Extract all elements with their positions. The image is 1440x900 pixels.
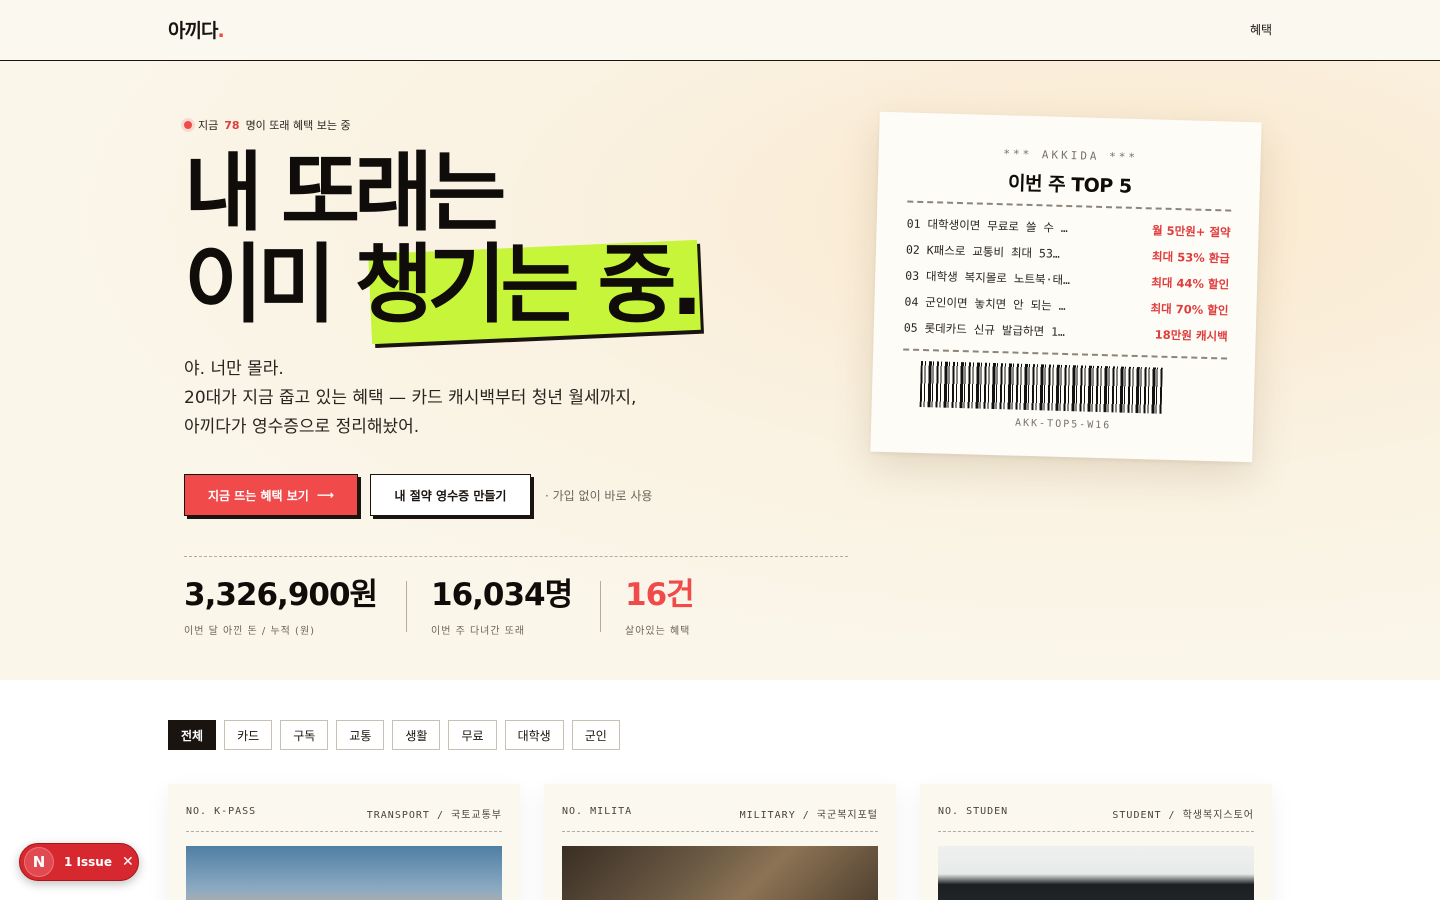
hero-section: 지금 78 명이 또래 혜택 보는 중 내 또래는 이미 챙기는 중. 야. 너… — [0, 61, 1440, 680]
logo-dot: . — [217, 20, 224, 42]
category-filters: 전체 카드 구독 교통 생활 무료 대학생 군인 — [168, 720, 620, 750]
card-header: NO. STUDEN STUDENT / 학생복지스토어 — [938, 806, 1254, 832]
filter-chip-transport[interactable]: 교통 — [336, 720, 385, 750]
benefit-card-student[interactable]: NO. STUDEN STUDENT / 학생복지스토어 — [920, 784, 1272, 900]
benefit-card-military[interactable]: NO. MILITA MILITARY / 국군복지포털 — [544, 784, 896, 900]
filter-chip-all[interactable]: 전체 — [168, 720, 217, 750]
desc-line-2: 20대가 지금 줍고 있는 혜택 — 카드 캐시백부터 청년 월세까지, — [184, 388, 637, 408]
benefits-section: 전체 카드 구독 교통 생활 무료 대학생 군인 NO. K-PASS TRAN… — [0, 680, 1440, 900]
card-category: STUDENT / 학생복지스토어 — [1112, 810, 1254, 821]
stat-visitors: 16,034명 이번 주 다녀간 또래 — [431, 576, 573, 637]
live-suffix: 명이 또래 혜택 보는 중 — [245, 119, 351, 132]
receipt-row-title: 03 대학생 복지몰로 노트북·태… — [905, 268, 1071, 288]
hero-headline: 내 또래는 이미 챙기는 중. — [184, 143, 703, 335]
receipt-row-title: 04 군인이면 놓치면 안 되는 … — [904, 294, 1066, 313]
card-header: NO. MILITA MILITARY / 국군복지포털 — [562, 806, 878, 832]
receipt-row-title: 01 대학생이면 무료로 쓸 수 … — [906, 216, 1069, 236]
stat-value: 16,034명 — [431, 577, 573, 613]
live-prefix: 지금 — [198, 119, 219, 132]
card-number: NO. STUDEN — [938, 806, 1009, 817]
card-category: MILITARY / 국군복지포털 — [739, 810, 878, 821]
logo-text: 아끼다 — [168, 20, 218, 42]
barcode-icon — [919, 360, 1163, 414]
stat-separator — [600, 581, 601, 632]
desc-line-3: 아끼다가 영수증으로 정리해놨어. — [184, 417, 420, 437]
card-number: NO. K-PASS — [186, 806, 257, 817]
issue-badge[interactable]: N 1 Issue ✕ — [19, 843, 139, 881]
stat-value: 3,326,900원 — [184, 577, 378, 613]
filter-chip-student[interactable]: 대학생 — [504, 720, 564, 750]
site-header: 아끼다. 혜택 — [0, 0, 1440, 61]
headline-line-1: 내 또래는 — [184, 143, 506, 243]
arrow-right-icon: ⟶ — [316, 488, 335, 502]
make-receipt-button[interactable]: 내 절약 영수증 만들기 — [370, 474, 531, 516]
filter-chip-military[interactable]: 군인 — [571, 720, 620, 750]
live-count: 78 — [224, 118, 240, 132]
card-image — [562, 846, 878, 900]
card-number: NO. MILITA — [562, 806, 633, 817]
close-icon[interactable]: ✕ — [122, 854, 134, 870]
stat-label: 이번 달 아낀 돈 / 누적 (원) — [184, 626, 316, 637]
stat-saved-money: 3,326,900원 이번 달 아낀 돈 / 누적 (원) — [184, 576, 378, 637]
see-trending-benefits-button[interactable]: 지금 뜨는 혜택 보기 ⟶ — [184, 474, 358, 516]
secondary-button-label: 내 절약 영수증 만들기 — [394, 488, 507, 503]
stat-value: 16건 — [625, 577, 695, 613]
issue-count: 1 Issue — [64, 855, 112, 869]
receipt-row-value: 최대 53% 환급 — [1151, 249, 1231, 266]
desc-line-1: 야. 너만 몰라. — [184, 359, 284, 379]
receipt-row-value: 최대 44% 할인 — [1151, 275, 1230, 292]
stat-separator — [406, 581, 407, 632]
receipt-row-title: 02 K패스로 교통비 최대 53… — [905, 242, 1060, 261]
filter-chip-free[interactable]: 무료 — [448, 720, 497, 750]
stat-live-benefits: 16건 살아있는 혜택 — [625, 576, 695, 637]
receipt-row-value: 월 5만원+ 절약 — [1151, 223, 1231, 240]
receipt-divider — [903, 348, 1228, 360]
receipt-row-title: 05 롯데카드 신규 발급하면 1… — [903, 320, 1066, 339]
receipt-row-value: 최대 70% 할인 — [1150, 301, 1229, 318]
filter-chip-living[interactable]: 생활 — [392, 720, 441, 750]
receipt-row-value: 18만원 캐시백 — [1154, 327, 1228, 344]
headline-line-2: 이미 챙기는 중. — [184, 235, 703, 335]
receipt-divider — [907, 200, 1232, 212]
headline-line-2a: 이미 — [184, 235, 336, 335]
hero-description: 야. 너만 몰라. 20대가 지금 줍고 있는 혜택 — 카드 캐시백부터 청년… — [184, 355, 636, 442]
stat-label: 살아있는 혜택 — [625, 626, 691, 637]
primary-button-label: 지금 뜨는 혜택 보기 — [207, 488, 309, 503]
logo[interactable]: 아끼다. — [168, 16, 225, 43]
filter-chip-card[interactable]: 카드 — [224, 720, 273, 750]
no-signup-note: · 가입 없이 바로 사용 — [545, 489, 653, 503]
card-image — [938, 846, 1254, 900]
receipt-title: 이번 주 TOP 5 — [1007, 172, 1132, 198]
headline-highlight: 챙기는 중. — [354, 235, 703, 335]
live-dot-icon — [184, 121, 192, 129]
receipt-brand: *** AKKIDA *** — [1003, 147, 1139, 164]
live-indicator: 지금 78 명이 또래 혜택 보는 중 — [184, 117, 351, 133]
receipt-code: AKK-TOP5-W16 — [1014, 417, 1112, 432]
top5-receipt[interactable]: *** AKKIDA *** 이번 주 TOP 5 01 대학생이면 무료로 쓸… — [870, 111, 1262, 463]
card-header: NO. K-PASS TRANSPORT / 국토교통부 — [186, 806, 502, 832]
issue-logo-icon: N — [24, 847, 54, 877]
benefit-card-kpass[interactable]: NO. K-PASS TRANSPORT / 국토교통부 — [168, 784, 520, 900]
filter-chip-subscription[interactable]: 구독 — [280, 720, 329, 750]
stats-divider — [184, 556, 848, 557]
card-image — [186, 846, 502, 900]
nav-benefit-link[interactable]: 혜택 — [1250, 21, 1272, 38]
card-category: TRANSPORT / 국토교통부 — [366, 810, 502, 821]
stat-label: 이번 주 다녀간 또래 — [431, 626, 526, 637]
